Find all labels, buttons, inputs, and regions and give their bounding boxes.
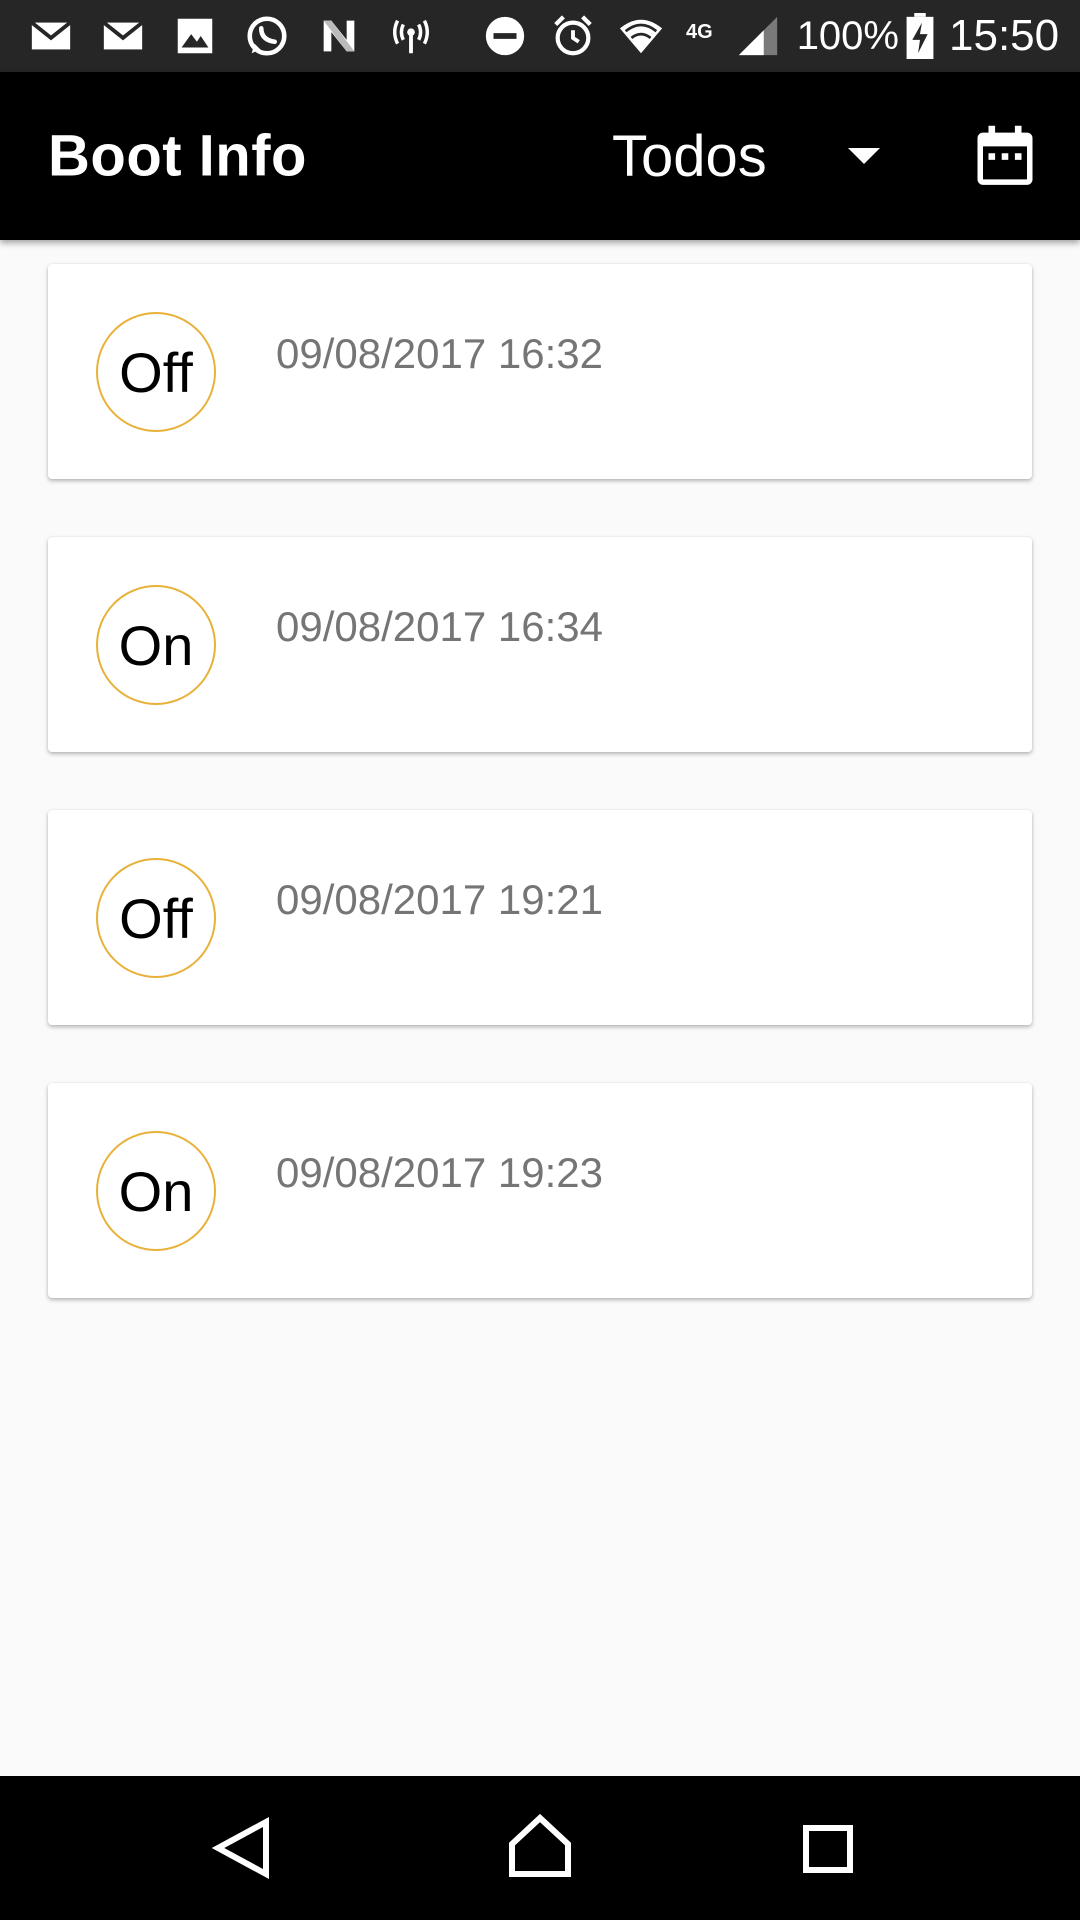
calendar-icon[interactable] <box>972 122 1038 190</box>
whatsapp-icon <box>244 13 290 59</box>
boot-state-badge: On <box>96 1131 216 1251</box>
boot-event-datetime: 09/08/2017 16:32 <box>276 330 603 377</box>
boot-event-datetime: 09/08/2017 19:21 <box>276 876 603 923</box>
boot-event-card[interactable]: On 09/08/2017 16:34 <box>48 537 1032 752</box>
boot-event-datetime: 09/08/2017 19:23 <box>276 1149 603 1196</box>
boot-event-datetime: 09/08/2017 16:34 <box>276 603 603 650</box>
navigation-bar <box>0 1776 1080 1920</box>
boot-state-badge: Off <box>96 858 216 978</box>
n-app-icon <box>316 13 362 59</box>
gallery-icon <box>172 13 218 59</box>
battery-percent: 100% <box>796 13 899 58</box>
gmail-icon <box>100 13 146 59</box>
battery-charging-icon <box>905 13 935 59</box>
network-4g-label: 4G <box>686 21 713 43</box>
boot-event-list: Off 09/08/2017 16:32 On 09/08/2017 16:34… <box>48 264 1032 1356</box>
filter-selected-value: Todos <box>612 123 767 189</box>
boot-event-card[interactable]: Off 09/08/2017 16:32 <box>48 264 1032 479</box>
boot-event-card[interactable]: Off 09/08/2017 19:21 <box>48 810 1032 1025</box>
app-title: Boot Info <box>48 123 307 189</box>
wifi-icon <box>618 13 664 59</box>
clock: 15:50 <box>949 11 1060 60</box>
filter-dropdown[interactable]: Todos <box>612 108 894 204</box>
system-status: 4G 100% 15:50 <box>460 11 1059 61</box>
alarm-icon <box>550 13 596 59</box>
app-bar: Boot Info Todos <box>0 72 1080 240</box>
back-icon[interactable] <box>192 1798 292 1898</box>
notification-icons <box>28 13 460 59</box>
status-bar: 4G 100% 15:50 <box>0 0 1080 72</box>
hotspot-icon <box>388 13 434 59</box>
boot-state-badge: Off <box>96 312 216 432</box>
recents-icon[interactable] <box>778 1798 878 1898</box>
boot-state-badge: On <box>96 585 216 705</box>
gmail-icon <box>28 13 74 59</box>
signal-icon <box>735 13 781 59</box>
home-icon[interactable] <box>490 1798 590 1898</box>
boot-event-card[interactable]: On 09/08/2017 19:23 <box>48 1083 1032 1298</box>
dropdown-arrow-icon <box>848 148 880 164</box>
do-not-disturb-icon <box>482 13 528 59</box>
